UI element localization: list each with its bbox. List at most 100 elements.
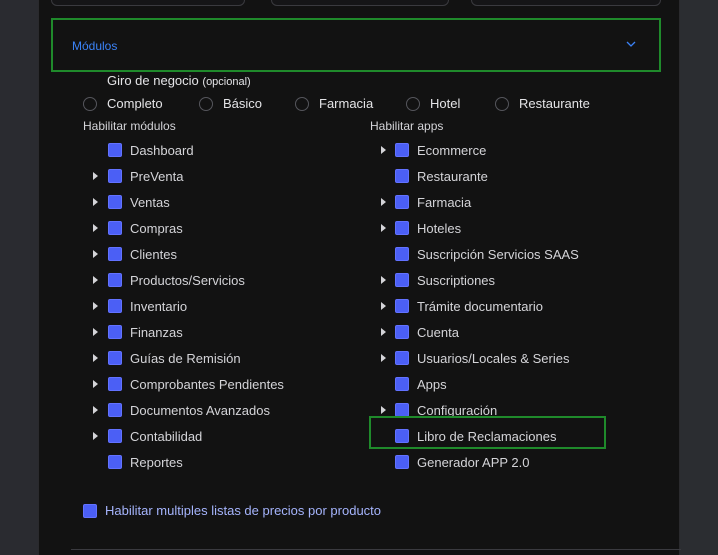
module-item[interactable]: Comprobantes Pendientes (108, 375, 284, 393)
item-label: Reportes (130, 454, 183, 470)
item-label: Suscripción Servicios SAAS (417, 246, 579, 262)
module-item[interactable]: Compras (108, 219, 183, 237)
checkbox[interactable] (395, 455, 409, 469)
checkbox[interactable] (108, 377, 122, 391)
expand-caret-icon[interactable] (381, 406, 386, 414)
checkbox[interactable] (108, 325, 122, 339)
app-item[interactable]: Suscriptiones (395, 271, 495, 289)
item-label: Apps (417, 376, 447, 392)
item-label: Guías de Remisión (130, 350, 241, 366)
expand-caret-icon[interactable] (93, 302, 98, 310)
checkbox[interactable] (395, 195, 409, 209)
checkbox[interactable] (108, 429, 122, 443)
expand-caret-icon[interactable] (93, 380, 98, 388)
radio-completo[interactable]: Completo (83, 96, 163, 111)
giro-negocio-optional: (opcional) (202, 76, 251, 88)
expand-caret-icon[interactable] (93, 406, 98, 414)
checkbox[interactable] (108, 273, 122, 287)
item-label: Compras (130, 220, 183, 236)
item-label: Productos/Servicios (130, 272, 245, 288)
radio-hotel[interactable]: Hotel (406, 96, 460, 111)
item-label: PreVenta (130, 168, 184, 184)
checkbox[interactable] (395, 247, 409, 261)
item-label: Generador APP 2.0 (417, 454, 530, 470)
module-item[interactable]: Finanzas (108, 323, 183, 341)
module-item[interactable]: Ventas (108, 193, 170, 211)
item-label: Dashboard (130, 142, 194, 158)
apps-section-title: Habilitar apps (370, 119, 444, 133)
module-item[interactable]: Dashboard (108, 141, 194, 159)
checkbox[interactable] (395, 377, 409, 391)
checkbox[interactable] (108, 299, 122, 313)
checkbox[interactable] (395, 221, 409, 235)
checkbox[interactable] (108, 247, 122, 261)
app-item[interactable]: Hoteles (395, 219, 461, 237)
expand-caret-icon[interactable] (381, 328, 386, 336)
module-item[interactable]: Reportes (108, 453, 183, 471)
module-item[interactable]: PreVenta (108, 167, 184, 185)
giro-negocio-label: Giro de negocio (opcional) (107, 73, 251, 88)
expand-caret-icon[interactable] (93, 328, 98, 336)
expand-caret-icon[interactable] (93, 250, 98, 258)
giro-radio-group: Completo Básico Farmacia Hotel Restauran… (39, 96, 679, 114)
precios-checkbox[interactable] (83, 503, 97, 518)
checkbox[interactable] (108, 169, 122, 183)
app-item[interactable]: Farmacia (395, 193, 471, 211)
module-item[interactable]: Productos/Servicios (108, 271, 245, 289)
app-item[interactable]: Apps (395, 375, 447, 393)
checkbox[interactable] (395, 273, 409, 287)
module-item[interactable]: Guías de Remisión (108, 349, 241, 367)
checkbox[interactable] (108, 351, 122, 365)
radio-circle[interactable] (406, 96, 420, 111)
checkbox[interactable] (108, 143, 122, 157)
expand-caret-icon[interactable] (381, 276, 386, 284)
expand-caret-icon[interactable] (381, 198, 386, 206)
module-item[interactable]: Inventario (108, 297, 187, 315)
module-item[interactable]: Documentos Avanzados (108, 401, 270, 419)
expand-caret-icon[interactable] (381, 146, 386, 154)
app-item[interactable]: Cuenta (395, 323, 459, 341)
precios-checkbox-row[interactable]: Habilitar multiples listas de precios po… (83, 503, 381, 518)
expand-caret-icon[interactable] (381, 224, 386, 232)
expand-caret-icon[interactable] (93, 354, 98, 362)
checkbox[interactable] (108, 195, 122, 209)
radio-restaurante[interactable]: Restaurante (495, 96, 590, 111)
top-input-2[interactable] (271, 0, 449, 6)
checkbox[interactable] (395, 169, 409, 183)
checkbox[interactable] (108, 455, 122, 469)
checkbox[interactable] (108, 403, 122, 417)
module-item[interactable]: Contabilidad (108, 427, 202, 445)
radio-farmacia[interactable]: Farmacia (295, 96, 373, 111)
expand-caret-icon[interactable] (381, 354, 386, 362)
app-item[interactable]: Ecommerce (395, 141, 486, 159)
app-item[interactable]: Usuarios/Locales & Series (395, 349, 569, 367)
checkbox[interactable] (395, 299, 409, 313)
expand-caret-icon[interactable] (93, 276, 98, 284)
top-input-1[interactable] (51, 0, 245, 6)
checkbox[interactable] (108, 221, 122, 235)
checkbox[interactable] (395, 351, 409, 365)
expand-caret-icon[interactable] (381, 302, 386, 310)
radio-circle[interactable] (495, 96, 509, 111)
modules-panel: Módulos Giro de negocio (opcional) Compl… (38, 0, 681, 555)
expand-caret-icon[interactable] (93, 432, 98, 440)
checkbox[interactable] (395, 143, 409, 157)
checkbox[interactable] (395, 325, 409, 339)
radio-circle[interactable] (83, 96, 97, 111)
modulos-accordion-header[interactable]: Módulos (51, 18, 661, 72)
app-item[interactable]: Trámite documentario (395, 297, 543, 315)
radio-basico[interactable]: Básico (199, 96, 262, 111)
top-input-3[interactable] (471, 0, 661, 6)
radio-circle[interactable] (295, 96, 309, 111)
module-item[interactable]: Clientes (108, 245, 177, 263)
app-item[interactable]: Generador APP 2.0 (395, 453, 530, 471)
app-item[interactable]: Suscripción Servicios SAAS (395, 245, 579, 263)
expand-caret-icon[interactable] (93, 172, 98, 180)
expand-caret-icon[interactable] (93, 198, 98, 206)
expand-caret-icon[interactable] (93, 224, 98, 232)
app-item[interactable]: Restaurante (395, 167, 488, 185)
item-label: Ventas (130, 194, 170, 210)
checkbox[interactable] (395, 403, 409, 417)
radio-circle[interactable] (199, 96, 213, 111)
item-label: Usuarios/Locales & Series (417, 350, 570, 366)
